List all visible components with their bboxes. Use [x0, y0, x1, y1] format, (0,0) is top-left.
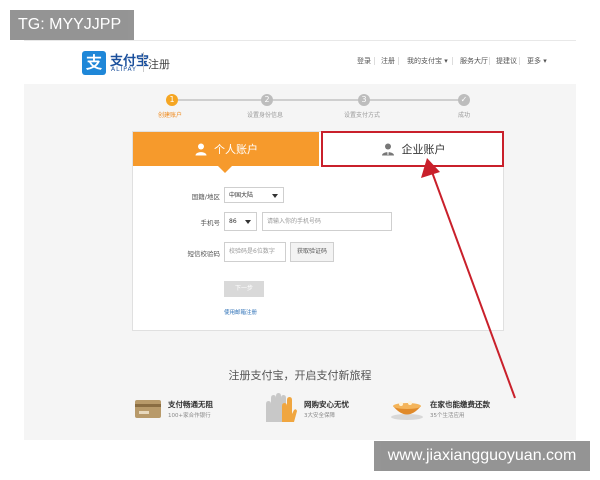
- watermark-bottom-right: www.jiaxiangguoyuan.com: [374, 441, 590, 471]
- annotation-arrow-icon: [421, 158, 516, 399]
- watermark-top-left: TG: MYYJJPP: [10, 10, 134, 40]
